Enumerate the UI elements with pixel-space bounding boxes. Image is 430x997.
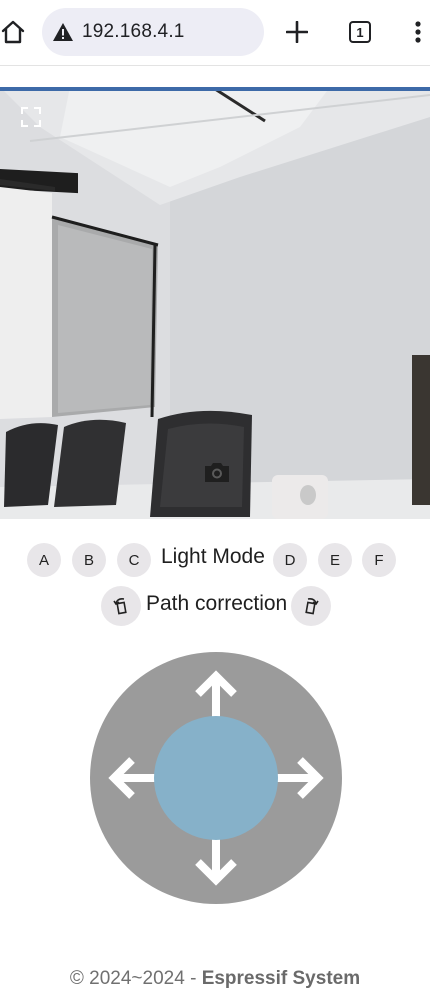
- joystick[interactable]: [90, 652, 342, 904]
- path-correction-label: Path correction: [146, 592, 288, 615]
- light-mode-b-button[interactable]: B: [72, 543, 106, 577]
- more-menu-button[interactable]: [406, 12, 430, 52]
- snapshot-button[interactable]: [203, 460, 231, 484]
- browser-toolbar: 192.168.4.1 1: [0, 0, 430, 66]
- fullscreen-icon: [21, 107, 41, 127]
- home-button[interactable]: [0, 12, 26, 52]
- address-bar[interactable]: 192.168.4.1: [42, 8, 264, 56]
- footer: © 2024~2024 - Espressif System: [0, 968, 430, 990]
- rotate-left-icon: [113, 598, 127, 615]
- light-mode-a-button[interactable]: A: [27, 543, 61, 577]
- light-mode-e-button[interactable]: E: [318, 543, 352, 577]
- rotate-right-icon: [305, 598, 319, 615]
- joystick-knob[interactable]: [154, 716, 278, 840]
- light-mode-e-label: E: [329, 551, 340, 569]
- home-icon: [1, 20, 25, 44]
- camera-frame-image: [0, 87, 430, 519]
- camera-icon: [205, 463, 229, 482]
- light-mode-d-button[interactable]: D: [273, 543, 307, 577]
- light-mode-label: Light Mode: [161, 545, 265, 568]
- copyright-text: © 2024~2024 -: [69, 968, 202, 989]
- tab-count: 1: [356, 24, 364, 40]
- url-text: 192.168.4.1: [82, 21, 185, 42]
- not-secure-warning-icon: [53, 23, 73, 41]
- camera-stream: [0, 87, 430, 519]
- light-mode-d-label: D: [284, 551, 296, 569]
- company-name: Espressif System: [201, 968, 361, 989]
- path-correction-right-button[interactable]: [291, 586, 331, 626]
- more-vert-icon: [415, 21, 421, 43]
- light-mode-b-label: B: [83, 551, 94, 569]
- new-tab-button[interactable]: [280, 12, 314, 52]
- tab-switcher-icon: 1: [349, 21, 371, 43]
- tab-switcher-button[interactable]: 1: [344, 12, 376, 52]
- fullscreen-button[interactable]: [20, 106, 42, 128]
- path-correction-left-button[interactable]: [101, 586, 141, 626]
- light-mode-a-label: A: [38, 551, 49, 569]
- plus-icon: [286, 21, 308, 43]
- light-mode-f-button[interactable]: F: [362, 543, 396, 577]
- light-mode-f-label: F: [374, 551, 384, 569]
- light-mode-c-label: C: [128, 551, 140, 569]
- light-mode-c-button[interactable]: C: [117, 543, 151, 577]
